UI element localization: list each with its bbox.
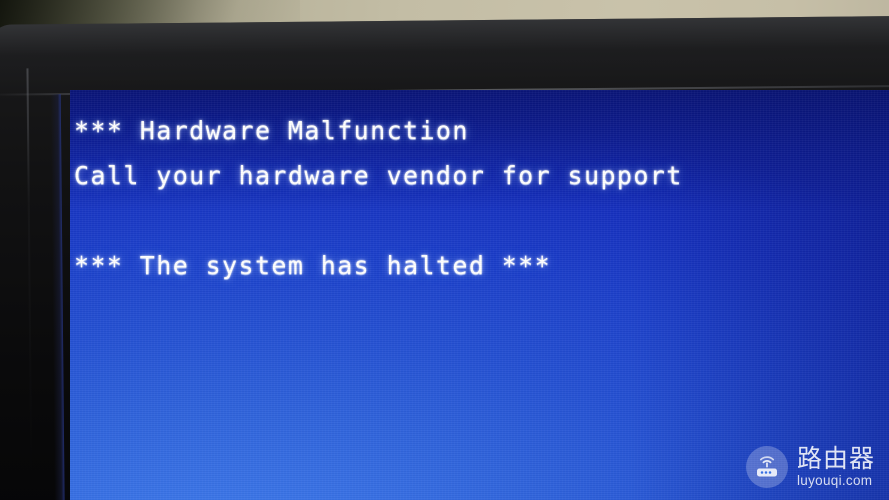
- photograph-of-monitor: *** Hardware Malfunction Call your hardw…: [0, 0, 889, 500]
- monitor-screen: *** Hardware Malfunction Call your hardw…: [70, 90, 889, 500]
- bios-line-system-halted: *** The system has halted ***: [74, 251, 552, 280]
- watermark: 路由器 luyouqi.com: [745, 446, 875, 488]
- watermark-url: luyouqi.com: [796, 473, 873, 489]
- bios-line-call-vendor: Call your hardware vendor for support: [74, 161, 683, 190]
- bios-line-hardware-malfunction: *** Hardware Malfunction: [74, 116, 469, 145]
- bios-console-text: *** Hardware Malfunction Call your hardw…: [72, 108, 887, 288]
- router-wifi-icon: [745, 446, 788, 488]
- watermark-title: 路由器: [796, 444, 875, 474]
- bezel-seam-left: [26, 68, 33, 500]
- bios-line-blank: [72, 198, 887, 243]
- watermark-text: 路由器 luyouqi.com: [797, 446, 875, 488]
- bezel-screen-glow: [50, 94, 65, 500]
